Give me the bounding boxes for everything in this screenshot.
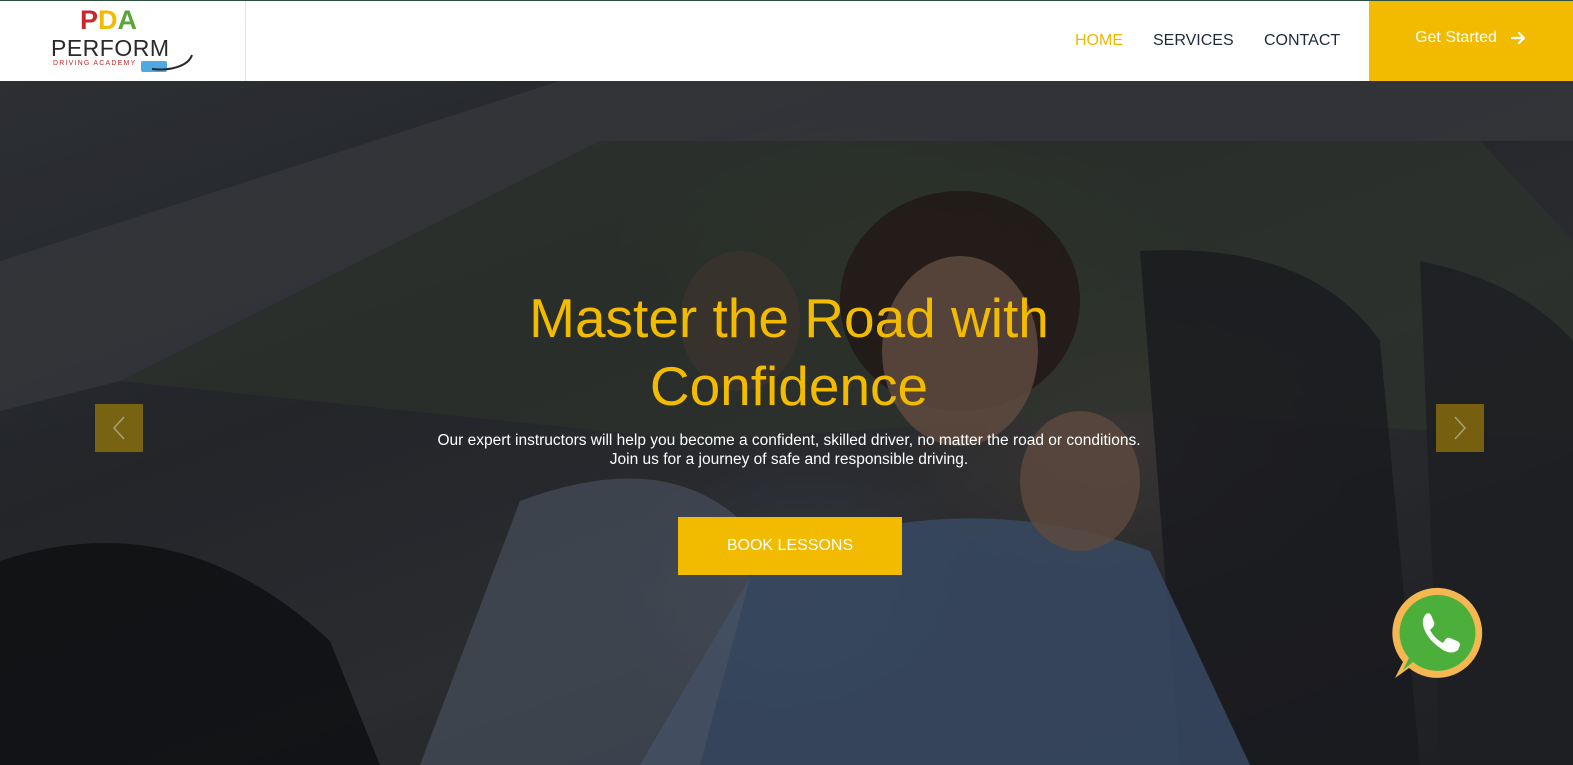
hero-subtitle: Our expert instructors will help you bec…: [339, 431, 1239, 469]
get-started-button[interactable]: Get Started: [1369, 1, 1573, 81]
chevron-right-icon: [1454, 416, 1467, 440]
nav-services[interactable]: SERVICES: [1153, 32, 1234, 50]
carousel-next-button[interactable]: [1436, 404, 1484, 452]
hero-dark-overlay: [0, 81, 1573, 765]
book-lessons-button[interactable]: BOOK LESSONS: [678, 517, 902, 575]
whatsapp-icon[interactable]: [1391, 584, 1489, 682]
logo-letters: PDA: [80, 7, 137, 34]
logo-letter-a: A: [117, 5, 138, 35]
chevron-left-icon: [112, 416, 125, 440]
carousel-prev-button[interactable]: [95, 404, 143, 452]
nav-contact[interactable]: CONTACT: [1264, 32, 1340, 50]
site-header: PDA PERFORM DRIVING ACADEMY HOME SERVICE…: [0, 0, 1573, 81]
logo-swoosh-icon: [151, 54, 193, 71]
hero-subtitle-line-1: Our expert instructors will help you bec…: [437, 432, 1141, 449]
logo-tagline: DRIVING ACADEMY: [53, 60, 137, 67]
arrow-right-icon: [1510, 31, 1526, 45]
hero-carousel: Master the Road with Confidence Our expe…: [0, 81, 1573, 765]
logo[interactable]: PDA PERFORM DRIVING ACADEMY: [0, 1, 246, 81]
logo-letter-p: P: [80, 5, 99, 35]
get-started-label: Get Started: [1415, 29, 1497, 46]
hero-subtitle-line-2: Join us for a journey of safe and respon…: [609, 451, 969, 468]
logo-letter-d: D: [98, 5, 118, 35]
hero-title: Master the Road with Confidence: [529, 287, 1049, 417]
nav-home[interactable]: HOME: [1075, 32, 1123, 50]
